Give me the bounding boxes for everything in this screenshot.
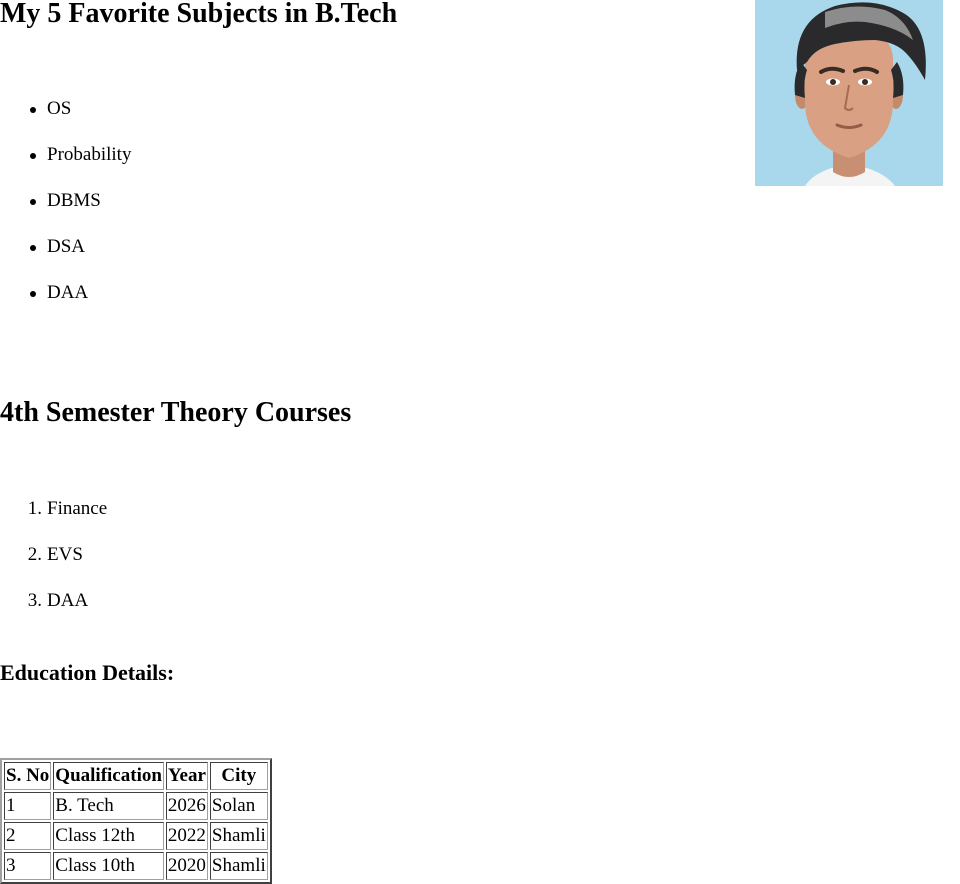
table-cell: Class 10th xyxy=(53,852,164,880)
bullet-icon xyxy=(30,107,36,113)
column-header: City xyxy=(209,762,268,790)
table-row: 1 B. Tech 2026 Solan xyxy=(4,792,268,820)
bullet-icon xyxy=(30,153,36,159)
table-cell: Shamli xyxy=(209,822,268,850)
table-cell: 1 xyxy=(4,792,52,820)
table-cell: Shamli xyxy=(209,852,268,880)
table-cell: 3 xyxy=(4,852,52,880)
table-cell: Solan xyxy=(209,792,268,820)
table-cell: 2022 xyxy=(165,822,208,850)
list-number: 2. xyxy=(27,544,42,565)
table-row: 3 Class 10th 2020 Shamli xyxy=(4,852,268,880)
profile-photo xyxy=(755,0,943,186)
table-header-row: S. No Qualification Year City xyxy=(4,762,268,790)
education-heading: Education Details: xyxy=(0,660,175,685)
table-cell: 2020 xyxy=(165,852,208,880)
bullet-icon xyxy=(30,291,36,297)
favorites-heading: My 5 Favorite Subjects in B.Tech xyxy=(0,0,398,29)
table-row: 2 Class 12th 2022 Shamli xyxy=(4,822,268,850)
table-cell: Class 12th xyxy=(53,822,164,850)
bullet-icon xyxy=(30,199,36,205)
courses-heading: 4th Semester Theory Courses xyxy=(0,397,352,428)
bullet-icon xyxy=(30,245,36,251)
table-cell: B. Tech xyxy=(53,792,164,820)
column-header: Qualification xyxy=(53,762,164,790)
column-header: Year xyxy=(165,762,208,790)
list-number: 3. xyxy=(27,590,42,611)
list-number: 1. xyxy=(27,498,42,519)
table-cell: 2026 xyxy=(165,792,208,820)
education-table: S. No Qualification Year City 1 B. Tech … xyxy=(0,758,272,884)
column-header: S. No xyxy=(4,762,52,790)
table-cell: 2 xyxy=(4,822,52,850)
